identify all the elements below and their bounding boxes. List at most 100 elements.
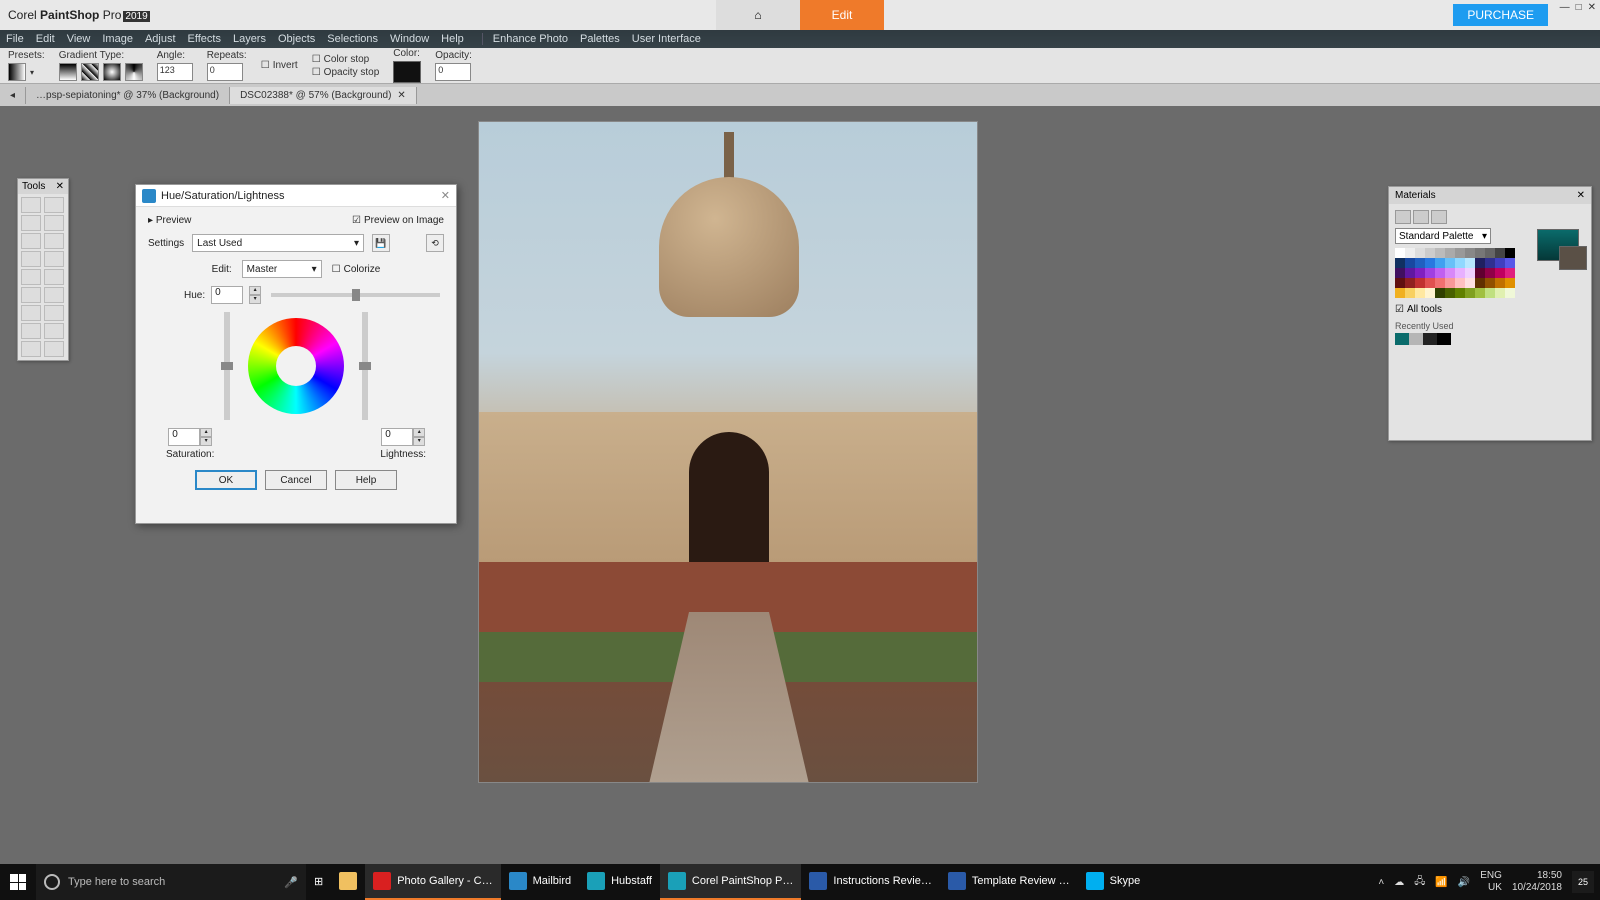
tool-slot[interactable] — [44, 287, 64, 303]
taskbar-app[interactable]: Template Review … — [940, 864, 1078, 900]
palette-color[interactable] — [1495, 288, 1505, 298]
taskbar-app[interactable]: Photo Gallery - C… — [365, 864, 500, 900]
menu-window[interactable]: Window — [390, 33, 429, 45]
grad-angular[interactable] — [125, 63, 143, 81]
preview-on-image-checkbox[interactable]: ☑Preview on Image — [352, 215, 444, 226]
palette-color[interactable] — [1485, 268, 1495, 278]
recent-color[interactable] — [1437, 333, 1451, 345]
tool-slot[interactable] — [44, 197, 64, 213]
recent-color[interactable] — [1423, 333, 1437, 345]
lightness-slider[interactable] — [362, 312, 368, 420]
colorize-checkbox[interactable]: ☐Colorize — [332, 264, 381, 275]
document-tab-2[interactable]: DSC02388* @ 57% (Background)✕ — [230, 87, 417, 104]
palette-color[interactable] — [1395, 288, 1405, 298]
palette-color[interactable] — [1435, 268, 1445, 278]
palette-color[interactable] — [1445, 278, 1455, 288]
palette-color[interactable] — [1415, 288, 1425, 298]
palette-color[interactable] — [1435, 278, 1445, 288]
tool-slot[interactable] — [21, 251, 41, 267]
saturation-spinner[interactable]: ▴▾ — [200, 428, 212, 446]
ok-button[interactable]: OK — [195, 470, 257, 490]
menu-image[interactable]: Image — [102, 33, 133, 45]
tray-network-icon[interactable]: 🖧 — [1414, 874, 1425, 891]
hue-slider[interactable] — [271, 293, 440, 297]
settings-select[interactable]: Last Used▾ — [192, 234, 364, 252]
taskbar-lang[interactable]: ENGUK — [1480, 870, 1502, 894]
palette-color[interactable] — [1465, 258, 1475, 268]
palette-color[interactable] — [1435, 258, 1445, 268]
materials-tab-2[interactable] — [1413, 210, 1429, 224]
canvas-image[interactable] — [478, 121, 978, 783]
palette-color[interactable] — [1465, 248, 1475, 258]
palette-color[interactable] — [1455, 248, 1465, 258]
palette-color[interactable] — [1415, 258, 1425, 268]
task-view-button[interactable]: ⊞ — [306, 864, 331, 900]
lightness-spinner[interactable]: ▴▾ — [413, 428, 425, 446]
color-stop-checkbox[interactable]: ☐Color stop — [312, 54, 380, 65]
palette-color[interactable] — [1505, 278, 1515, 288]
menu-palettes[interactable]: Palettes — [580, 33, 620, 45]
palette-color[interactable] — [1505, 268, 1515, 278]
palette-color[interactable] — [1425, 258, 1435, 268]
tab-prev[interactable]: ◂ — [0, 87, 26, 104]
recent-color[interactable] — [1395, 333, 1409, 345]
palette-color[interactable] — [1495, 258, 1505, 268]
palette-color[interactable] — [1445, 288, 1455, 298]
tool-slot[interactable] — [21, 233, 41, 249]
close-tab-icon[interactable]: ✕ — [397, 90, 405, 101]
taskbar-clock[interactable]: 18:5010/24/2018 — [1512, 870, 1562, 894]
randomize-button[interactable]: ⟲ — [426, 234, 444, 252]
palette-color[interactable] — [1425, 278, 1435, 288]
grad-radial[interactable] — [103, 63, 121, 81]
tool-slot[interactable] — [44, 323, 64, 339]
palette-color[interactable] — [1475, 258, 1485, 268]
palette-color[interactable] — [1485, 248, 1495, 258]
edit-mode-button[interactable]: Edit — [800, 0, 884, 30]
palette-color[interactable] — [1495, 248, 1505, 258]
palette-color[interactable] — [1495, 268, 1505, 278]
palette-color[interactable] — [1395, 248, 1405, 258]
taskbar-app[interactable]: Instructions Revie… — [801, 864, 939, 900]
taskbar-app[interactable]: Corel PaintShop P… — [660, 864, 802, 900]
background-swatch[interactable] — [1559, 246, 1587, 270]
palette-color[interactable] — [1445, 268, 1455, 278]
tool-slot[interactable] — [44, 341, 64, 357]
taskbar-search[interactable]: Type here to search 🎤 — [36, 864, 306, 900]
palette-color[interactable] — [1455, 268, 1465, 278]
saturation-input[interactable]: 0 — [168, 428, 200, 446]
opacity-input[interactable]: 0 — [435, 63, 471, 81]
purchase-button[interactable]: PURCHASE — [1453, 4, 1548, 26]
taskbar-app[interactable]: Mailbird — [501, 864, 580, 900]
materials-tab-1[interactable] — [1395, 210, 1411, 224]
palette-color[interactable] — [1465, 268, 1475, 278]
palette-color[interactable] — [1505, 258, 1515, 268]
lightness-input[interactable]: 0 — [381, 428, 413, 446]
recent-color[interactable] — [1409, 333, 1423, 345]
palette-color[interactable] — [1435, 248, 1445, 258]
color-wheel[interactable] — [248, 318, 344, 414]
close-button[interactable]: ✕ — [1588, 2, 1596, 13]
palette-color[interactable] — [1445, 248, 1455, 258]
tray-onedrive-icon[interactable]: ☁ — [1394, 877, 1404, 888]
palette-color[interactable] — [1475, 288, 1485, 298]
hue-input[interactable]: 0 — [211, 286, 243, 304]
hue-spinner[interactable]: ▴▾ — [249, 286, 261, 304]
help-button[interactable]: Help — [335, 470, 397, 490]
materials-tab-3[interactable] — [1431, 210, 1447, 224]
minimize-button[interactable]: — — [1560, 2, 1570, 13]
palette-color[interactable] — [1395, 268, 1405, 278]
save-preset-button[interactable]: 💾 — [372, 234, 390, 252]
palette-color[interactable] — [1485, 258, 1495, 268]
file-explorer-button[interactable] — [331, 864, 365, 900]
grad-rect[interactable] — [81, 63, 99, 81]
palette-color[interactable] — [1415, 278, 1425, 288]
palette-color[interactable] — [1415, 248, 1425, 258]
palette-color[interactable] — [1465, 278, 1475, 288]
menu-enhance-photo[interactable]: Enhance Photo — [482, 33, 568, 45]
palette-color[interactable] — [1475, 248, 1485, 258]
palette-select[interactable]: Standard Palette▾ — [1395, 228, 1491, 244]
palette-color[interactable] — [1455, 258, 1465, 268]
preset-swatch[interactable] — [8, 63, 26, 81]
palette-color[interactable] — [1415, 268, 1425, 278]
preview-toggle[interactable]: ▸ Preview — [148, 215, 191, 226]
